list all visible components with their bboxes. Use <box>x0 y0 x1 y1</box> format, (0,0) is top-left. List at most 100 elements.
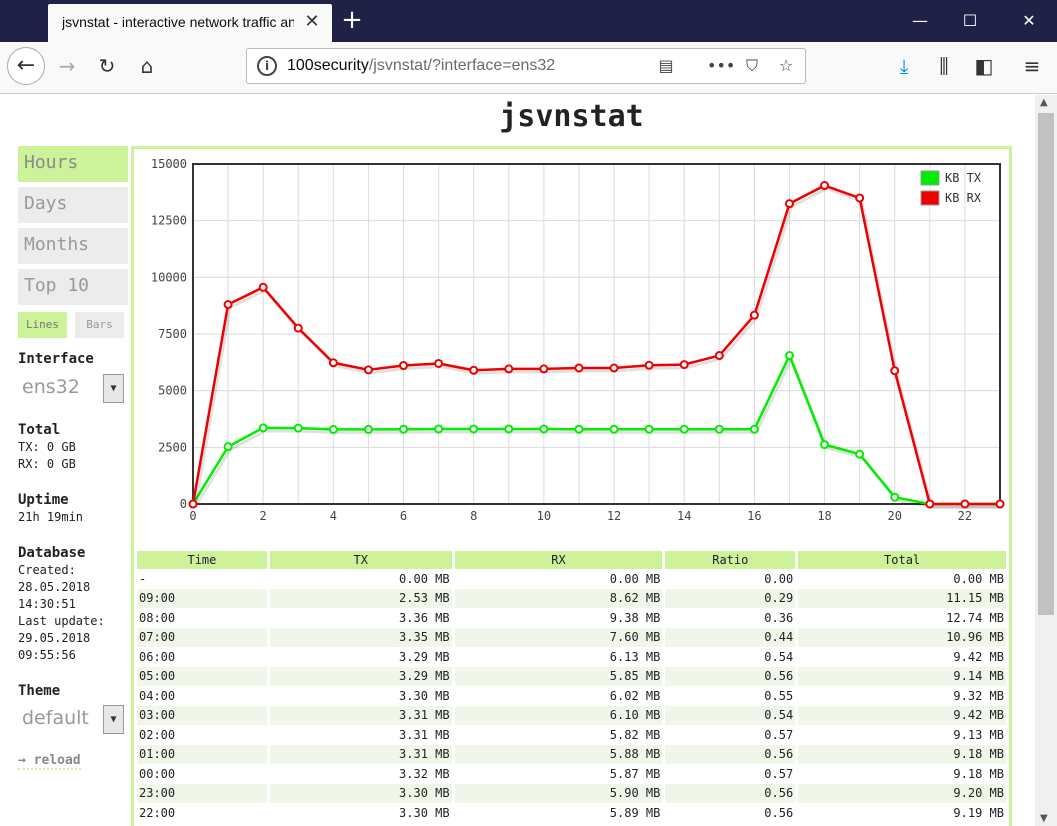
table-cell: 3.30 MB <box>399 688 450 703</box>
back-icon[interactable]: ← <box>7 47 45 85</box>
data-point <box>995 499 1005 509</box>
info-icon[interactable]: i <box>257 56 277 76</box>
tab-close-icon[interactable]: ✕ <box>302 12 322 32</box>
chevron-down-icon[interactable]: ▼ <box>103 705 124 734</box>
minimize-icon[interactable]: — <box>908 10 932 32</box>
data-point <box>644 360 654 370</box>
home-icon[interactable]: ⌂ <box>135 54 159 78</box>
bookmark-star-icon[interactable]: ☆ <box>775 55 797 77</box>
table-cell: 0.36 <box>764 610 794 625</box>
sidebar-icon[interactable]: ◧ <box>972 54 996 78</box>
bars-button[interactable]: Bars <box>75 312 124 338</box>
uptime-value: 21h 19min <box>18 510 84 524</box>
download-icon[interactable]: ⤓ <box>892 54 916 78</box>
x-tick-label: 14 <box>677 509 691 523</box>
reload-icon[interactable]: ↻ <box>95 54 119 78</box>
table-cell: 0.57 <box>764 727 794 742</box>
data-point <box>399 424 409 434</box>
scroll-thumb[interactable] <box>1038 113 1054 615</box>
data-point <box>539 364 549 374</box>
scrollbar[interactable]: ▲ ▼ <box>1035 95 1057 826</box>
table-cell: 0.55 <box>764 688 794 703</box>
col-ratio[interactable]: Ratio <box>665 551 796 569</box>
lines-button[interactable]: Lines <box>18 312 67 338</box>
table-cell: 01:00 <box>137 744 267 764</box>
data-point <box>749 310 759 320</box>
data-point <box>609 363 619 373</box>
legend-swatch <box>920 170 940 186</box>
data-point <box>784 199 794 209</box>
url-bar[interactable]: i 100security/jsvnstat/?interface=ens32 … <box>246 48 806 84</box>
table-cell: 9.32 MB <box>953 688 1004 703</box>
x-tick-label: 2 <box>260 509 267 523</box>
menu-months[interactable]: Months <box>18 228 128 264</box>
library-icon[interactable]: ⫼ <box>932 54 956 78</box>
page-actions-icon[interactable]: ••• <box>707 55 735 77</box>
navigation-bar: ← → ↻ ⌂ i 100security/jsvnstat/?interfac… <box>0 42 1057 94</box>
menu-icon[interactable]: ≡ <box>1020 54 1044 78</box>
table-cell: 9.38 MB <box>609 610 661 625</box>
forward-icon[interactable]: → <box>55 54 79 78</box>
data-point <box>363 424 373 434</box>
traffic-table: Time TX RX Ratio Total - 0.00 MB 0.00 MB 0.… <box>134 551 1009 823</box>
chevron-down-icon[interactable]: ▼ <box>103 374 124 403</box>
menu-days[interactable]: Days <box>18 187 128 223</box>
data-point <box>855 193 865 203</box>
total-label: Total <box>18 422 61 438</box>
table-cell: 0.57 <box>764 766 794 781</box>
col-tx[interactable]: TX <box>269 551 452 569</box>
table-cell: 9.42 MB <box>798 705 1006 725</box>
series-shadow <box>193 186 1002 509</box>
table-cell: 0.00 MB <box>953 571 1004 586</box>
table-cell: 02:00 <box>139 727 176 742</box>
window-close-icon[interactable]: ✕ <box>1017 10 1041 32</box>
table-row: 23:00 3.30 MB 5.90 MB 0.56 9.20 MB <box>137 783 1006 803</box>
table-cell: 11.15 MB <box>798 588 1006 608</box>
uptime-label: Uptime <box>18 492 69 508</box>
col-time[interactable]: Time <box>137 551 267 569</box>
table-cell: 6.10 MB <box>454 705 663 725</box>
x-tick-label: 10 <box>537 509 551 523</box>
theme-select[interactable]: default ▼ <box>18 705 124 735</box>
maximize-icon[interactable]: ☐ <box>958 10 982 32</box>
scroll-down-icon[interactable]: ▼ <box>1040 813 1048 824</box>
legend-label: KB RX <box>945 191 982 205</box>
data-point <box>925 499 935 509</box>
reader-view-icon[interactable]: ▤ <box>655 55 677 77</box>
data-point <box>223 300 233 310</box>
data-point <box>328 424 338 434</box>
data-point <box>434 358 444 368</box>
table-cell: 3.31 MB <box>399 727 450 742</box>
title-bar: jsvnstat - interactive network traffic a… <box>0 0 1057 42</box>
db-created-time: 14:30:51 <box>18 597 76 611</box>
menu-top10[interactable]: Top 10 <box>18 269 128 305</box>
col-rx[interactable]: RX <box>454 551 663 569</box>
menu-hours[interactable]: Hours <box>18 146 128 182</box>
interface-label: Interface <box>18 351 94 367</box>
page-title: jsvnstat <box>499 99 644 134</box>
table-cell: 3.29 MB <box>399 649 450 664</box>
data-point <box>363 365 373 375</box>
data-point <box>890 366 900 376</box>
reload-link[interactable]: → reload <box>18 753 81 770</box>
table-row: 09:00 2.53 MB 8.62 MB 0.29 11.15 MB <box>137 588 1006 608</box>
url-text[interactable]: 100security/jsvnstat/?interface=ens32 <box>287 57 555 75</box>
new-tab-icon[interactable]: + <box>340 7 364 33</box>
interface-select[interactable]: ens32 ▼ <box>18 374 124 404</box>
y-tick-label: 0 <box>180 497 187 511</box>
table-cell: 9.18 MB <box>953 766 1004 781</box>
table-cell: 03:00 <box>137 705 267 725</box>
table-cell: 7.60 MB <box>454 627 663 647</box>
browser-tab[interactable]: jsvnstat - interactive network traffic a… <box>48 4 332 42</box>
scroll-up-icon[interactable]: ▲ <box>1040 97 1048 108</box>
data-point <box>574 424 584 434</box>
table-cell: 6.02 MB <box>609 688 661 703</box>
y-tick-label: 5000 <box>158 384 187 398</box>
table-cell: 0.00 MB <box>609 571 661 586</box>
data-point <box>679 360 689 370</box>
table-row: 00:00 3.32 MB 5.87 MB 0.57 9.18 MB <box>137 764 1006 784</box>
pocket-icon[interactable]: ⛉ <box>741 55 763 77</box>
y-tick-label: 15000 <box>151 157 187 171</box>
theme-label: Theme <box>18 683 61 699</box>
col-total[interactable]: Total <box>798 551 1006 569</box>
